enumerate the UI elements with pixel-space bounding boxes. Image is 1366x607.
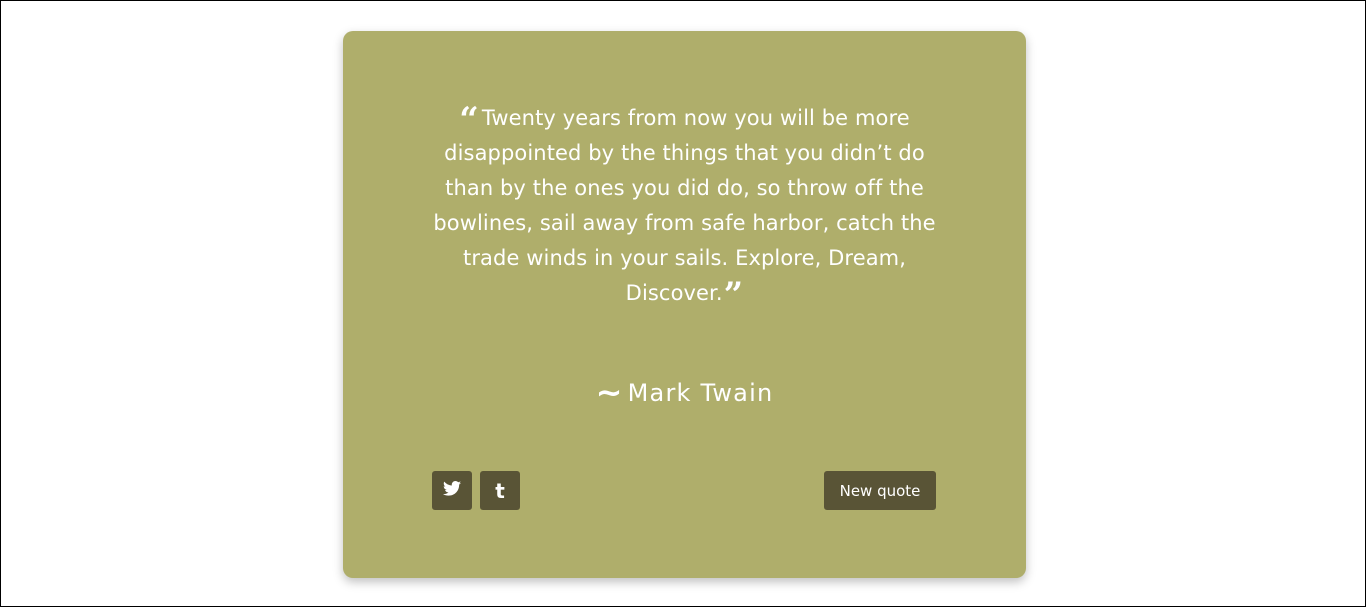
tumblr-icon: t xyxy=(495,478,505,503)
close-quote-icon: ” xyxy=(723,275,744,315)
new-quote-button[interactable]: New quote xyxy=(824,471,936,510)
open-quote-icon: “ xyxy=(459,100,479,140)
quote-card: “Twenty years from now you will be more … xyxy=(343,31,1026,578)
quote-text: “Twenty years from now you will be more … xyxy=(428,100,941,312)
tumblr-button[interactable]: t xyxy=(480,471,520,510)
author-name: Mark Twain xyxy=(627,379,774,407)
tilde-icon: ~ xyxy=(595,373,624,411)
quote-author: ~ Mark Twain xyxy=(343,371,1026,411)
quote-body: Twenty years from now you will be more d… xyxy=(433,106,936,305)
twitter-icon xyxy=(443,480,461,501)
tweet-button[interactable] xyxy=(432,471,472,510)
